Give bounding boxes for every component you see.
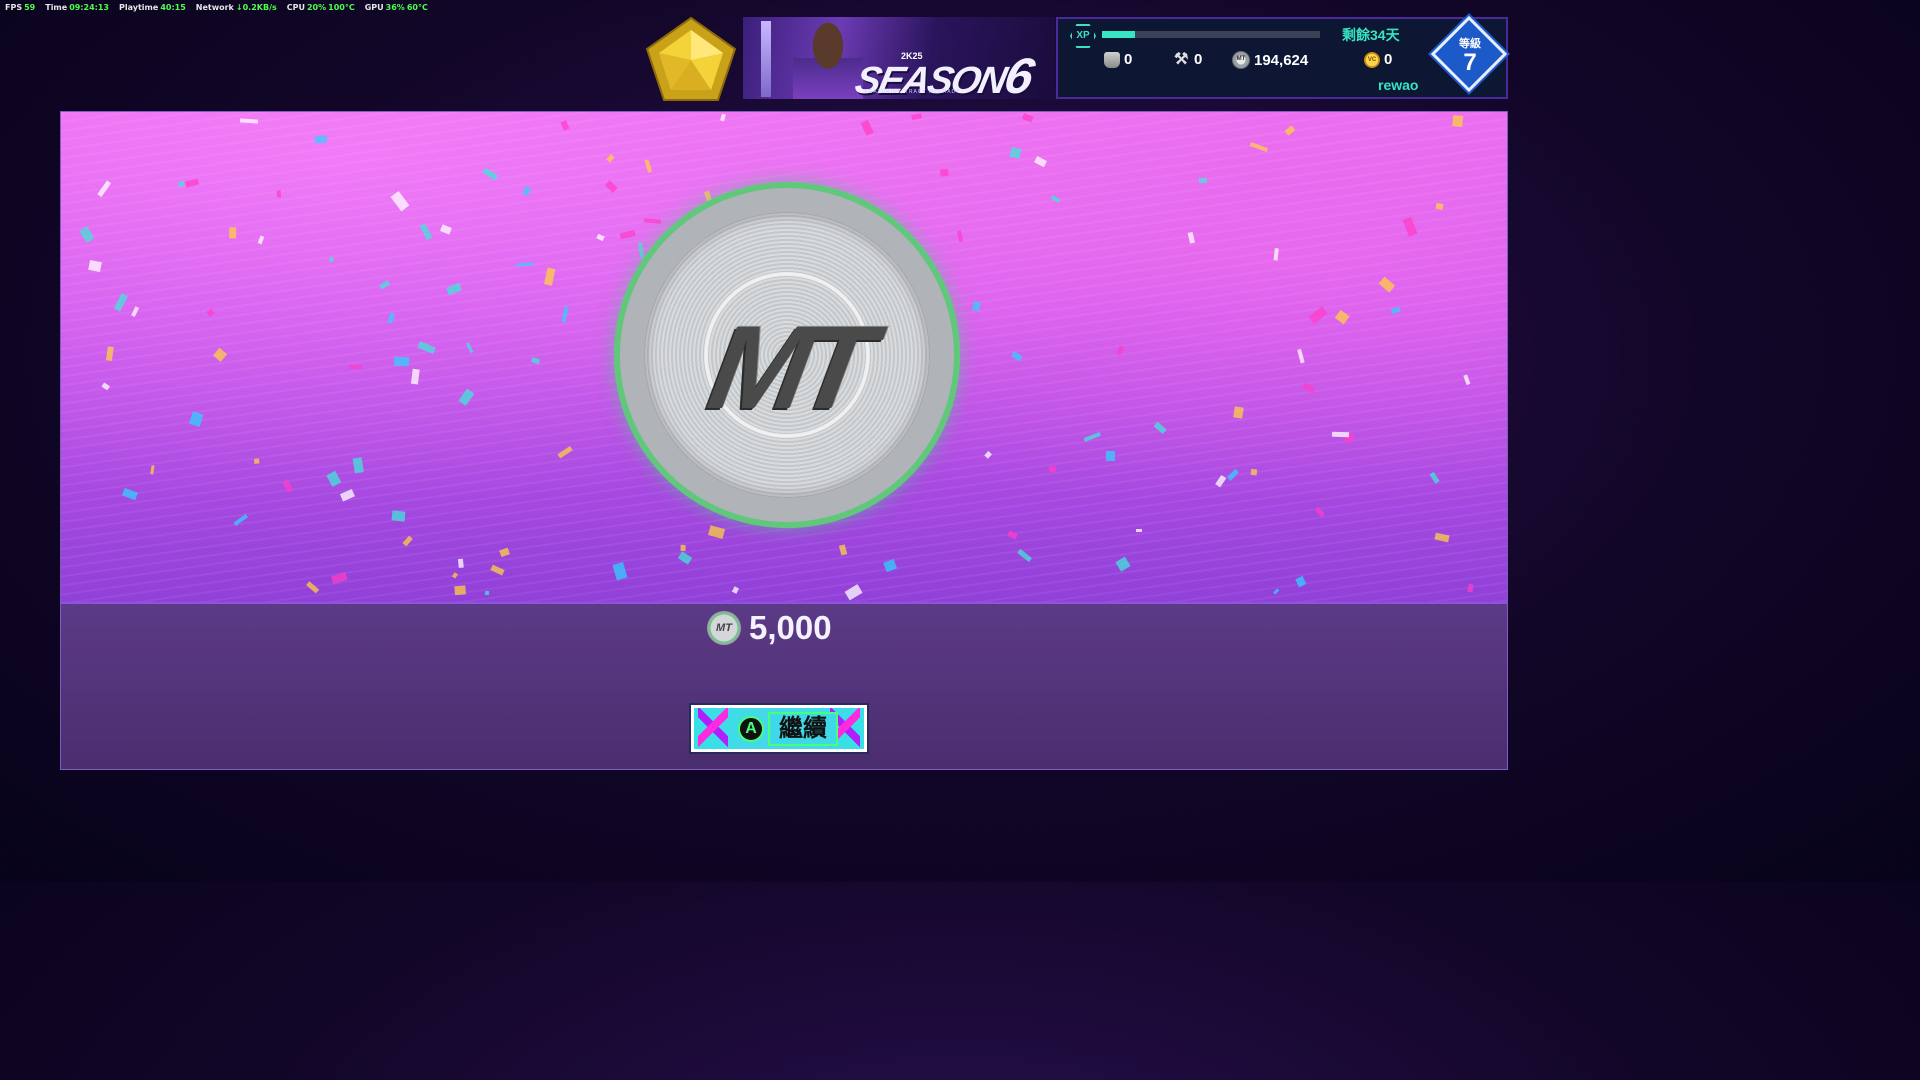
confetti-piece — [1436, 202, 1444, 210]
mt-coin-icon: MT — [707, 611, 741, 645]
season-banner[interactable]: 2K25 SEASON6 FEATURING TRACY McGRADY — [743, 17, 1055, 99]
time-readout: Time 09:24:13 — [45, 3, 109, 12]
confetti-piece — [680, 544, 687, 551]
confetti-piece — [1250, 468, 1257, 475]
player-portrait — [793, 17, 863, 99]
confetti-piece — [228, 227, 237, 239]
mt-coin-label: MT — [700, 302, 874, 434]
confetti-piece — [314, 135, 327, 144]
confetti-piece — [87, 259, 102, 273]
continue-label: 繼續 — [768, 712, 838, 746]
a-button-icon: A — [738, 716, 764, 742]
confetti-piece — [457, 558, 464, 568]
confetti-piece — [1199, 177, 1207, 183]
mt-coin-large-icon: MT — [614, 182, 960, 528]
performance-overlay: FPS 59 Time 09:24:13 Playtime 40:15 Network… — [5, 3, 428, 12]
playtime-readout: Playtime 40:15 — [119, 3, 186, 12]
confetti-piece — [1332, 431, 1350, 438]
level-badge: 等級 7 — [1430, 35, 1510, 75]
tower-graphic — [761, 21, 771, 97]
reward-amount: MT 5,000 — [707, 609, 832, 647]
fps-readout: FPS 59 — [5, 3, 36, 12]
confetti-piece — [484, 591, 490, 596]
season-subtitle: FEATURING TRACY McGRADY — [865, 89, 961, 95]
mt-balance-stat: MT 194,624 — [1232, 51, 1308, 69]
cpu-readout: CPU 20% 100°C — [286, 3, 355, 12]
lightning-decoration-icon — [698, 708, 728, 749]
confetti-piece — [393, 356, 410, 366]
confetti-piece — [391, 509, 406, 522]
player-status-panel: XP 剩餘34天 0 ⚒ 0 MT 194,624 VC 0 rewao 等級 … — [1056, 15, 1510, 99]
continue-button[interactable]: A 繼續 — [689, 703, 869, 754]
season-number: 6 — [999, 48, 1038, 99]
confetti-piece — [1048, 465, 1057, 473]
mt-coin-icon: MT — [1232, 51, 1250, 69]
xp-progress-fill — [1102, 31, 1135, 38]
xp-progress-bar — [1102, 31, 1320, 38]
confetti-piece — [1008, 146, 1022, 160]
level-value: 7 — [1463, 49, 1477, 76]
confetti-piece — [1451, 114, 1463, 128]
confetti-piece — [454, 586, 466, 596]
reward-amount-value: 5,000 — [749, 609, 832, 646]
vc-coin-icon: VC — [1364, 51, 1380, 68]
contracts-stat: 0 — [1104, 51, 1132, 68]
gavel-icon: ⚒ — [1174, 50, 1189, 68]
vc-balance-stat: VC 0 — [1364, 51, 1392, 68]
confetti-piece — [1105, 450, 1116, 461]
network-readout: Network ↓0.2KB/s — [195, 3, 277, 12]
season-days-left: 剩餘34天 — [1342, 27, 1400, 43]
reward-card: MT MT 5,000 A 繼續 — [60, 111, 1508, 770]
xp-icon: XP — [1070, 24, 1096, 48]
username: rewao — [1378, 77, 1419, 93]
confetti-piece — [276, 190, 281, 199]
auction-stat: ⚒ 0 — [1174, 50, 1203, 68]
gold-pentagon-icon — [645, 16, 737, 102]
confetti-piece — [410, 368, 420, 385]
contract-icon — [1104, 51, 1120, 68]
gpu-readout: GPU 36% 60°C — [364, 3, 428, 12]
confetti-piece — [1233, 406, 1244, 419]
confetti-piece — [1135, 528, 1142, 533]
confetti-piece — [940, 169, 949, 177]
